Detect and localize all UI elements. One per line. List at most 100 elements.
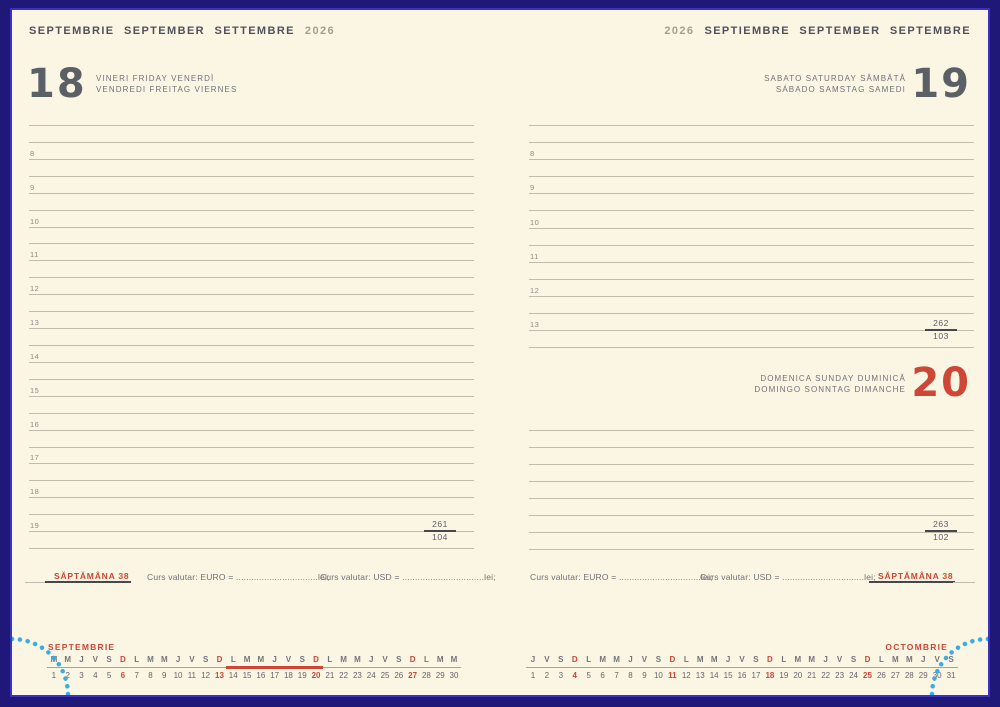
calendar-day-number: 18	[763, 671, 777, 681]
left-week-label: SĂPTĂMÂNA 38	[54, 571, 129, 581]
calendar-day-number: 24	[364, 671, 378, 681]
calendar-day-number: 7	[130, 671, 144, 681]
hour-label: 9	[530, 183, 535, 193]
calendar-day-number: 15	[721, 671, 735, 681]
calendar-day-number: 12	[679, 671, 693, 681]
calendar-letters-row: MMJVSDLMMJVSDLMMJVSDLMMJVSDLMM	[47, 655, 461, 665]
hour-label: 10	[30, 217, 39, 227]
calendar-day-letter: L	[582, 655, 596, 665]
calendar-day-number: 4	[568, 671, 582, 681]
calendar-day-number: 21	[805, 671, 819, 681]
saturday-day-number: 19	[911, 67, 971, 101]
calendar-numbers-row: 1234567891011121314151617181920212223242…	[526, 671, 958, 681]
calendar-day-number: 19	[295, 671, 309, 681]
hour-label: 9	[30, 183, 35, 193]
ruled-line	[529, 330, 974, 331]
saturday-days-remaining: 103	[925, 331, 957, 342]
calendar-day-number: 3	[554, 671, 568, 681]
right-year: 2026	[664, 25, 694, 37]
calendar-day-number: 14	[707, 671, 721, 681]
hour-label: 13	[530, 320, 539, 330]
dotted-corner-arc-left-icon	[10, 627, 80, 697]
calendar-day-letter: M	[902, 655, 916, 665]
calendar-day-letter: L	[777, 655, 791, 665]
ruled-line	[529, 515, 974, 516]
ruled-line	[529, 296, 974, 297]
ruled-line	[529, 245, 974, 246]
calendar-day-letter: J	[819, 655, 833, 665]
calendar-day-letter: M	[693, 655, 707, 665]
ruled-line	[29, 362, 474, 363]
saturday-day-of-year: 262	[925, 318, 957, 329]
ruled-line	[529, 210, 974, 211]
ruled-line	[29, 294, 474, 295]
dotted-corner-arc-right-icon	[920, 627, 990, 697]
ruled-line	[529, 228, 974, 229]
sunday-day-count: 263 102	[925, 519, 957, 543]
friday-day-of-year: 261	[424, 519, 456, 530]
calendar-day-letter: S	[554, 655, 568, 665]
calendar-day-letter: V	[282, 655, 296, 665]
ruled-line	[29, 210, 474, 211]
ruled-line	[29, 548, 474, 549]
calendar-day-letter: V	[378, 655, 392, 665]
calendar-day-number: 8	[144, 671, 158, 681]
calendar-day-letter: M	[240, 655, 254, 665]
calendar-day-letter: V	[185, 655, 199, 665]
calendar-numbers-row: 1234567891011121314151617181920212223242…	[47, 671, 461, 681]
left-year: 2026	[305, 25, 335, 37]
friday-day-count: 261 104	[424, 519, 456, 543]
ruled-line	[529, 430, 974, 431]
calendar-day-letter: L	[679, 655, 693, 665]
calendar-day-number: 26	[874, 671, 888, 681]
calendar-day-number: 1	[526, 671, 540, 681]
ruled-line	[529, 193, 974, 194]
current-week-underline	[226, 666, 323, 669]
calendar-day-letter: S	[392, 655, 406, 665]
calendar-day-number: 17	[268, 671, 282, 681]
calendar-day-letter: S	[199, 655, 213, 665]
ruled-line	[29, 413, 474, 414]
calendar-day-number: 6	[116, 671, 130, 681]
hour-label: 11	[530, 252, 539, 262]
ruled-line	[29, 480, 474, 481]
calendar-rule	[526, 667, 958, 668]
ruled-line	[29, 514, 474, 515]
calendar-day-letter: D	[665, 655, 679, 665]
ruled-line	[529, 532, 974, 533]
friday-days-remaining: 104	[424, 532, 456, 543]
hour-label: 19	[30, 521, 39, 531]
ruled-line	[29, 345, 474, 346]
calendar-day-letter: D	[406, 655, 420, 665]
calendar-day-number: 23	[351, 671, 365, 681]
ruled-line	[529, 347, 974, 348]
ruled-line	[529, 142, 974, 143]
ruled-line	[29, 430, 474, 431]
calendar-day-letter: M	[433, 655, 447, 665]
left-page-month-header: SEPTEMBRIE SEPTEMBER SETTEMBRE 2026	[29, 25, 335, 37]
ruled-line	[29, 142, 474, 143]
calendar-day-letter: D	[116, 655, 130, 665]
friday-day-number: 18	[27, 67, 87, 101]
calendar-day-number: 11	[185, 671, 199, 681]
calendar-day-number: 19	[777, 671, 791, 681]
calendar-day-letter: D	[861, 655, 875, 665]
saturday-day-names: SABATO SATURDAY SÂMBĂTĂ SÁBADO SAMSTAG S…	[764, 73, 906, 95]
calendar-day-number: 13	[213, 671, 227, 681]
calendar-day-letter: V	[833, 655, 847, 665]
calendar-day-letter: D	[309, 655, 323, 665]
calendar-day-letter: V	[88, 655, 102, 665]
calendar-day-letter: M	[254, 655, 268, 665]
calendar-day-number: 21	[323, 671, 337, 681]
hour-label: 12	[30, 284, 39, 294]
ruled-line	[529, 176, 974, 177]
calendar-day-letter: S	[651, 655, 665, 665]
ruled-line	[529, 313, 974, 314]
ruled-line	[29, 193, 474, 194]
calendar-day-letter: M	[707, 655, 721, 665]
ruled-line	[529, 549, 974, 550]
calendar-day-number: 4	[88, 671, 102, 681]
left-month-title: SEPTEMBRIE SEPTEMBER SETTEMBRE	[29, 25, 295, 37]
hour-label: 16	[30, 420, 39, 430]
calendar-day-number: 27	[888, 671, 902, 681]
